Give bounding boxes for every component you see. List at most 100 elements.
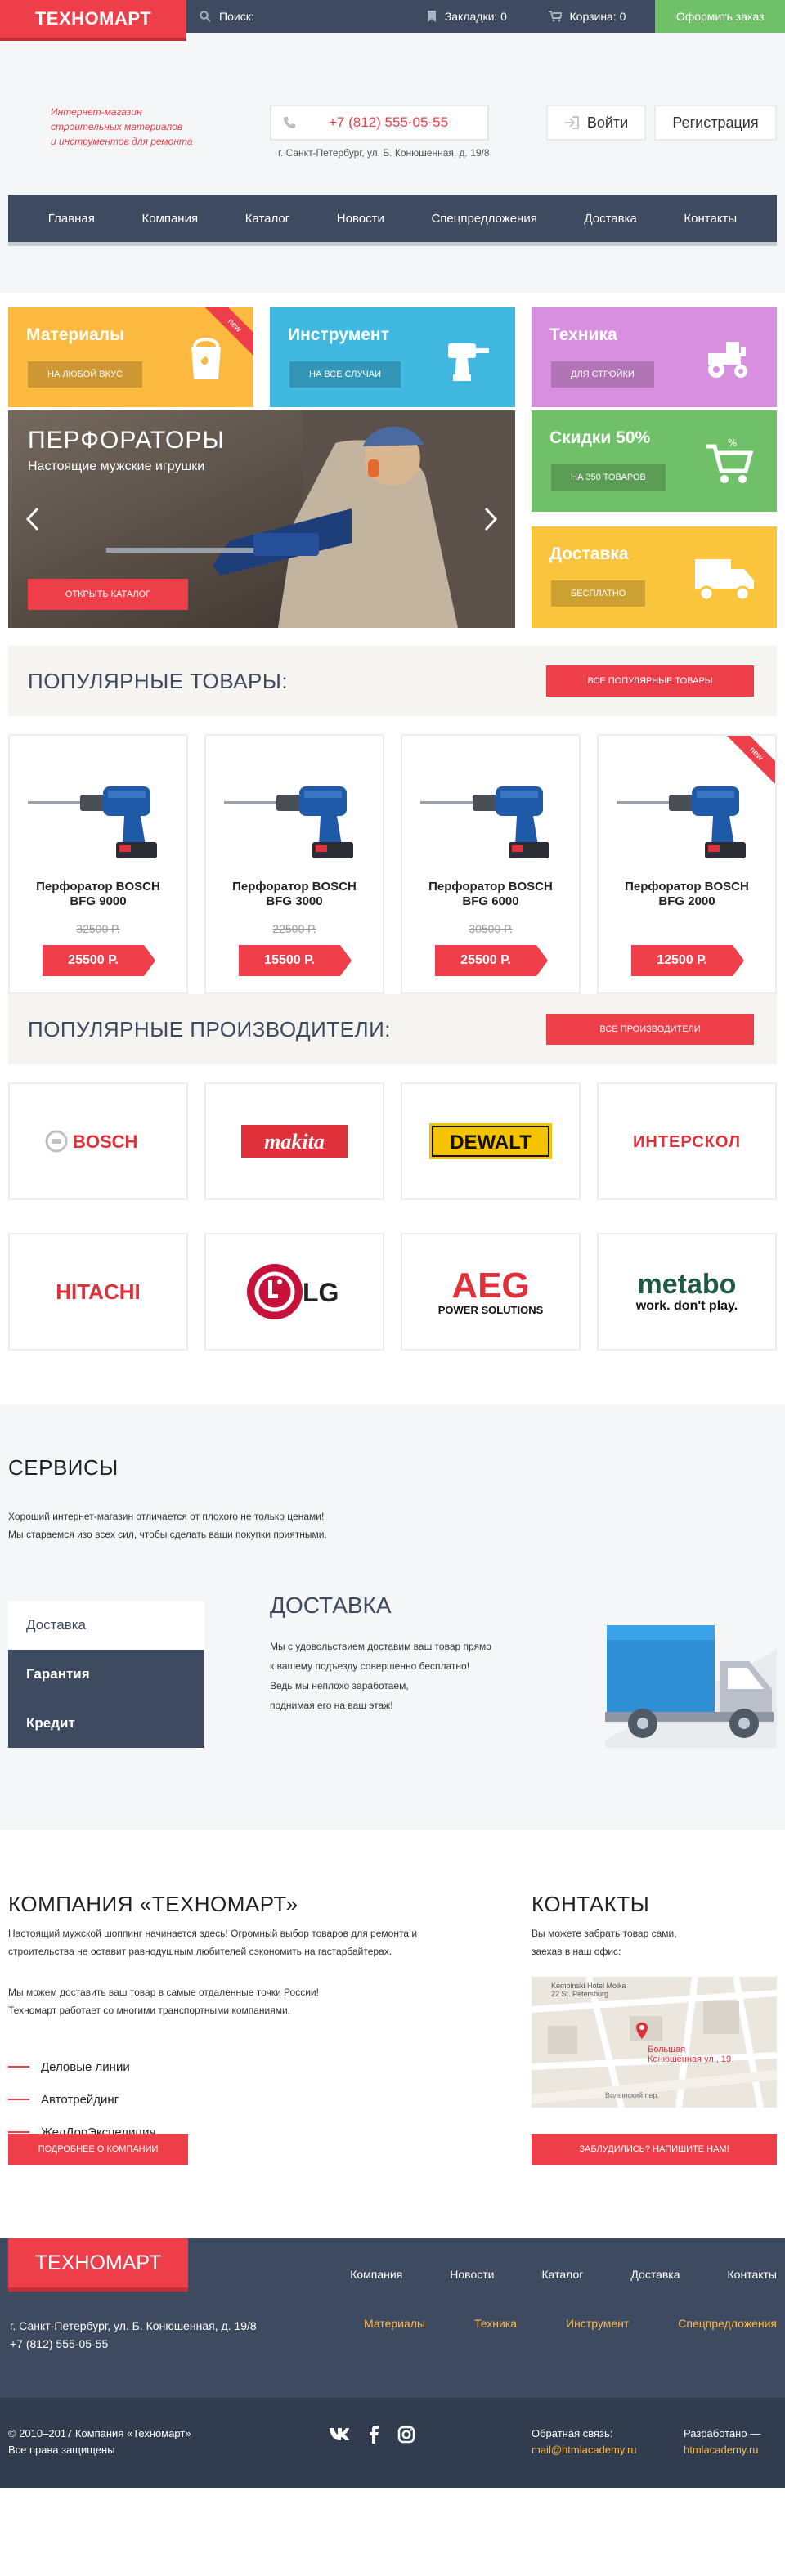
footer-nav-company[interactable]: Компания — [350, 2268, 402, 2281]
feedback-email[interactable]: mail@htmlacademy.ru — [532, 2444, 637, 2456]
nav-item-contacts[interactable]: Контакты — [684, 212, 737, 226]
brand-metabo[interactable]: metabo work. don't play. — [597, 1233, 777, 1351]
footer-cat-machinery[interactable]: Техника — [474, 2317, 517, 2330]
popular-header: ПОПУЛЯРНЫЕ ТОВАРЫ: ВСЕ ПОПУЛЯРНЫЕ ТОВАРЫ — [8, 646, 777, 716]
product-card[interactable]: Перфоратор BOSCH BFG 9000 32500 Р. 25500 Р… — [8, 734, 188, 994]
footer-address: г. Санкт-Петербург, ул. Б. Конюшенная, д… — [10, 2317, 257, 2353]
partner-name: Автотрейдинг — [41, 2092, 119, 2107]
phone-box[interactable]: +7 (812) 555-05-55 — [270, 105, 489, 141]
shopping-cart-icon: % — [706, 437, 754, 483]
company-line: Мы можем доставить ваш товар в самые отд… — [8, 1987, 319, 1998]
product-name[interactable]: Перфоратор BOSCH BFG 2000 — [599, 880, 775, 909]
intro-line: Мы стараемся изо всех сил, чтобы сделать… — [8, 1529, 327, 1540]
nav-item-catalog[interactable]: Каталог — [245, 212, 290, 226]
product-name[interactable]: Перфоратор BOSCH BFG 9000 — [10, 880, 186, 909]
category-title: Материалы — [26, 325, 125, 344]
product-card[interactable]: Перфоратор BOSCH BFG 2000 12500 Р. new — [597, 734, 777, 994]
category-button[interactable]: НА ВСЕ СЛУЧАИ — [289, 361, 401, 388]
brand-subtitle: work. don't play. — [635, 1299, 738, 1313]
product-name[interactable]: Перфоратор BOSCH BFG 6000 — [402, 880, 579, 909]
tab-delivery[interactable]: Доставка — [8, 1601, 204, 1650]
cart-link[interactable]: Корзина: 0 — [548, 10, 656, 23]
chevron-left-icon[interactable] — [26, 507, 39, 531]
footer-logo[interactable]: ТЕХНОМАРТ — [8, 2238, 188, 2287]
nav-item-delivery[interactable]: Доставка — [584, 212, 636, 226]
category-delivery[interactable]: Доставка БЕСПЛАТНО — [532, 526, 777, 628]
logo[interactable]: ТЕХНОМАРТ — [0, 0, 187, 38]
category-button[interactable]: НА ЛЮБОЙ ВКУС — [28, 361, 143, 388]
search-icon[interactable] — [200, 11, 211, 22]
all-popular-button[interactable]: ВСЕ ПОПУЛЯРНЫЕ ТОВАРЫ — [546, 665, 754, 697]
brand-hitachi[interactable]: HITACHI — [8, 1233, 188, 1351]
write-us-button[interactable]: ЗАБЛУДИЛИСЬ? НАПИШИТЕ НАМ! — [532, 2134, 777, 2165]
brand-name: AEG — [451, 1266, 529, 1306]
buy-button[interactable]: 25500 Р. — [43, 945, 155, 976]
bookmarks-link[interactable]: Закладки: 0 — [427, 10, 549, 23]
brand-name: makita — [264, 1130, 325, 1154]
footer: ТЕХНОМАРТ Компания Новости Каталог Доста… — [0, 2238, 785, 2398]
product-name[interactable]: Перфоратор BOSCH BFG 3000 — [206, 880, 383, 909]
login-label: Войти — [586, 114, 629, 131]
brand-dewalt[interactable]: DEWALT — [401, 1082, 581, 1200]
buy-button[interactable]: 12500 Р. — [631, 945, 744, 976]
nav-item-specials[interactable]: Спецпредложения — [431, 212, 536, 226]
footer-nav-news[interactable]: Новости — [450, 2268, 494, 2281]
tab-credit[interactable]: Кредит — [8, 1699, 204, 1748]
tab-warranty[interactable]: Гарантия — [8, 1650, 204, 1699]
checkout-button[interactable]: Оформить заказ — [655, 0, 785, 33]
footer-nav-delivery[interactable]: Доставка — [630, 2268, 680, 2281]
footer-nav-catalog[interactable]: Каталог — [541, 2268, 583, 2281]
office-map[interactable]: Kempinski Hotel Moika 22 St. Petersburg … — [532, 1977, 777, 2108]
service-line: Ведь мы неплохо заработаем, — [270, 1680, 409, 1691]
search-input[interactable] — [219, 10, 384, 23]
about-company-button[interactable]: ПОДРОБНЕЕ О КОМПАНИИ — [8, 2134, 188, 2165]
map-graphic: Kempinski Hotel Moika 22 St. Petersburg … — [532, 1977, 777, 2108]
product-card[interactable]: Перфоратор BOSCH BFG 3000 22500 Р. 15500 Р… — [204, 734, 384, 994]
vk-icon[interactable] — [329, 2426, 350, 2440]
login-button[interactable]: Войти — [546, 105, 646, 141]
all-brands-button[interactable]: ВСЕ ПРОИЗВОДИТЕЛИ — [546, 1014, 754, 1045]
product-card[interactable]: Перфоратор BOSCH BFG 6000 30500 Р. 25500 Р… — [401, 734, 581, 994]
category-discount[interactable]: Скидки 50% НА 350 ТОВАРОВ % — [532, 410, 777, 512]
tagline: Интернет-магазин строительных материалов… — [51, 105, 231, 149]
category-button[interactable]: ДЛЯ СТРОЙКИ — [551, 361, 654, 388]
footer-cat-materials[interactable]: Материалы — [364, 2317, 425, 2330]
phone-number: +7 (812) 555-05-55 — [329, 114, 449, 130]
brand-aeg[interactable]: AEG POWER SOLUTIONS — [401, 1233, 581, 1351]
top-bar: ТЕХНОМАРТ Закладки: 0 Корзина: 0 Оформит… — [0, 0, 785, 38]
dev-link[interactable]: htmlacademy.ru — [684, 2444, 759, 2456]
brands-title: ПОПУЛЯРНЫЕ ПРОИЗВОДИТЕЛИ: — [28, 1016, 391, 1042]
footer-nav-contacts[interactable]: Контакты — [728, 2268, 777, 2281]
brand-makita[interactable]: makita — [204, 1082, 384, 1200]
category-materials[interactable]: Материалы НА ЛЮБОЙ ВКУС new — [8, 307, 253, 407]
brand-lg[interactable]: LG — [204, 1233, 384, 1351]
nav-item-home[interactable]: Главная — [48, 212, 95, 226]
service-tabs: Доставка Гарантия Кредит — [8, 1601, 204, 1748]
buy-button[interactable]: 25500 Р. — [435, 945, 548, 976]
buy-button[interactable]: 15500 Р. — [239, 945, 352, 976]
footer-cat-tools[interactable]: Инструмент — [566, 2317, 629, 2330]
feedback: Обратная связь: mail@htmlacademy.ru — [532, 2426, 637, 2458]
nav-item-news[interactable]: Новости — [337, 212, 384, 226]
login-icon — [564, 116, 579, 129]
service-line: Мы с удовольствием доставим ваш товар пр… — [270, 1641, 491, 1652]
nav-item-company[interactable]: Компания — [141, 212, 198, 226]
product-old-price: 22500 Р. — [272, 922, 316, 935]
instagram-icon[interactable] — [397, 2426, 415, 2444]
brand-interskol[interactable]: ИНТЕРСКОЛ — [597, 1082, 777, 1200]
register-button[interactable]: Регистрация — [654, 105, 777, 141]
category-tools[interactable]: Инструмент НА ВСЕ СЛУЧАИ — [270, 307, 515, 407]
footer-cat-specials[interactable]: Спецпредложения — [678, 2317, 777, 2330]
company-line: Настоящий мужской шоппинг начинается зде… — [8, 1928, 418, 1939]
category-machinery[interactable]: Техника ДЛЯ СТРОЙКИ — [532, 307, 777, 407]
tractor-icon — [708, 342, 747, 378]
category-button[interactable]: БЕСПЛАТНО — [551, 580, 646, 607]
copyright-line: © 2010–2017 Компания «Техномарт» — [8, 2427, 191, 2439]
service-content: ДОСТАВКА Мы с удовольствием доставим ваш… — [270, 1593, 491, 1715]
brand-bosch[interactable]: BOSCH — [8, 1082, 188, 1200]
facebook-icon[interactable] — [368, 2426, 379, 2444]
open-catalog-button[interactable]: ОТКРЫТЬ КАТАЛОГ — [28, 579, 188, 610]
chevron-right-icon[interactable] — [484, 507, 497, 531]
tagline-line: строительных материалов — [51, 121, 183, 132]
category-button[interactable]: НА 350 ТОВАРОВ — [551, 464, 666, 491]
